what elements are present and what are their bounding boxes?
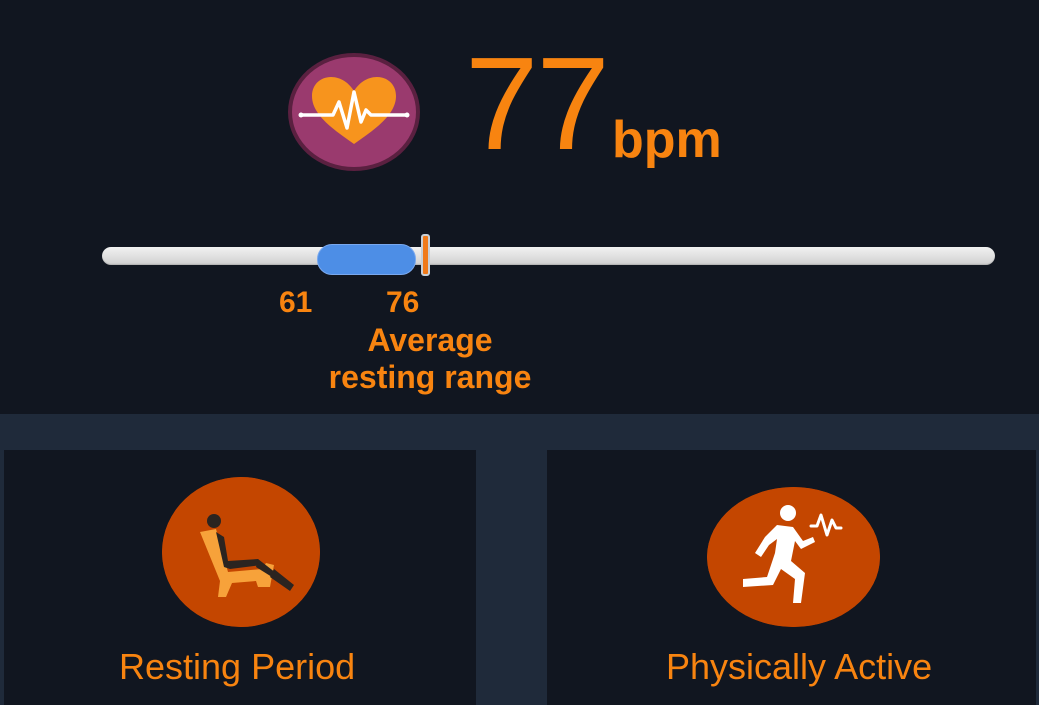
resting-range-fill [316,244,416,275]
heart-rate-unit: bpm [612,111,722,169]
range-track [102,247,995,265]
heart-pulse-icon [288,53,420,171]
range-low-label: 61 [278,286,313,319]
resting-period-card[interactable]: Resting Period [4,450,476,705]
resting-period-label: Resting Period [119,646,356,687]
heart-rate-summary: 77 bpm 61 76 Average resting range [0,0,1039,414]
range-caption-line1: Average [367,322,493,358]
range-caption-line2: resting range [328,359,532,395]
running-person-icon [707,487,880,627]
physically-active-card[interactable]: Physically Active [547,450,1036,705]
recliner-chair-icon [162,477,320,627]
range-high-label: 76 [385,286,420,319]
heart-rate-value: 77 [465,30,610,177]
physically-active-label: Physically Active [666,646,933,687]
heart-rate-screen: 77 bpm 61 76 Average resting range Resti… [0,0,1039,705]
range-caption: Average resting range [305,322,555,396]
current-rate-marker [420,234,430,276]
